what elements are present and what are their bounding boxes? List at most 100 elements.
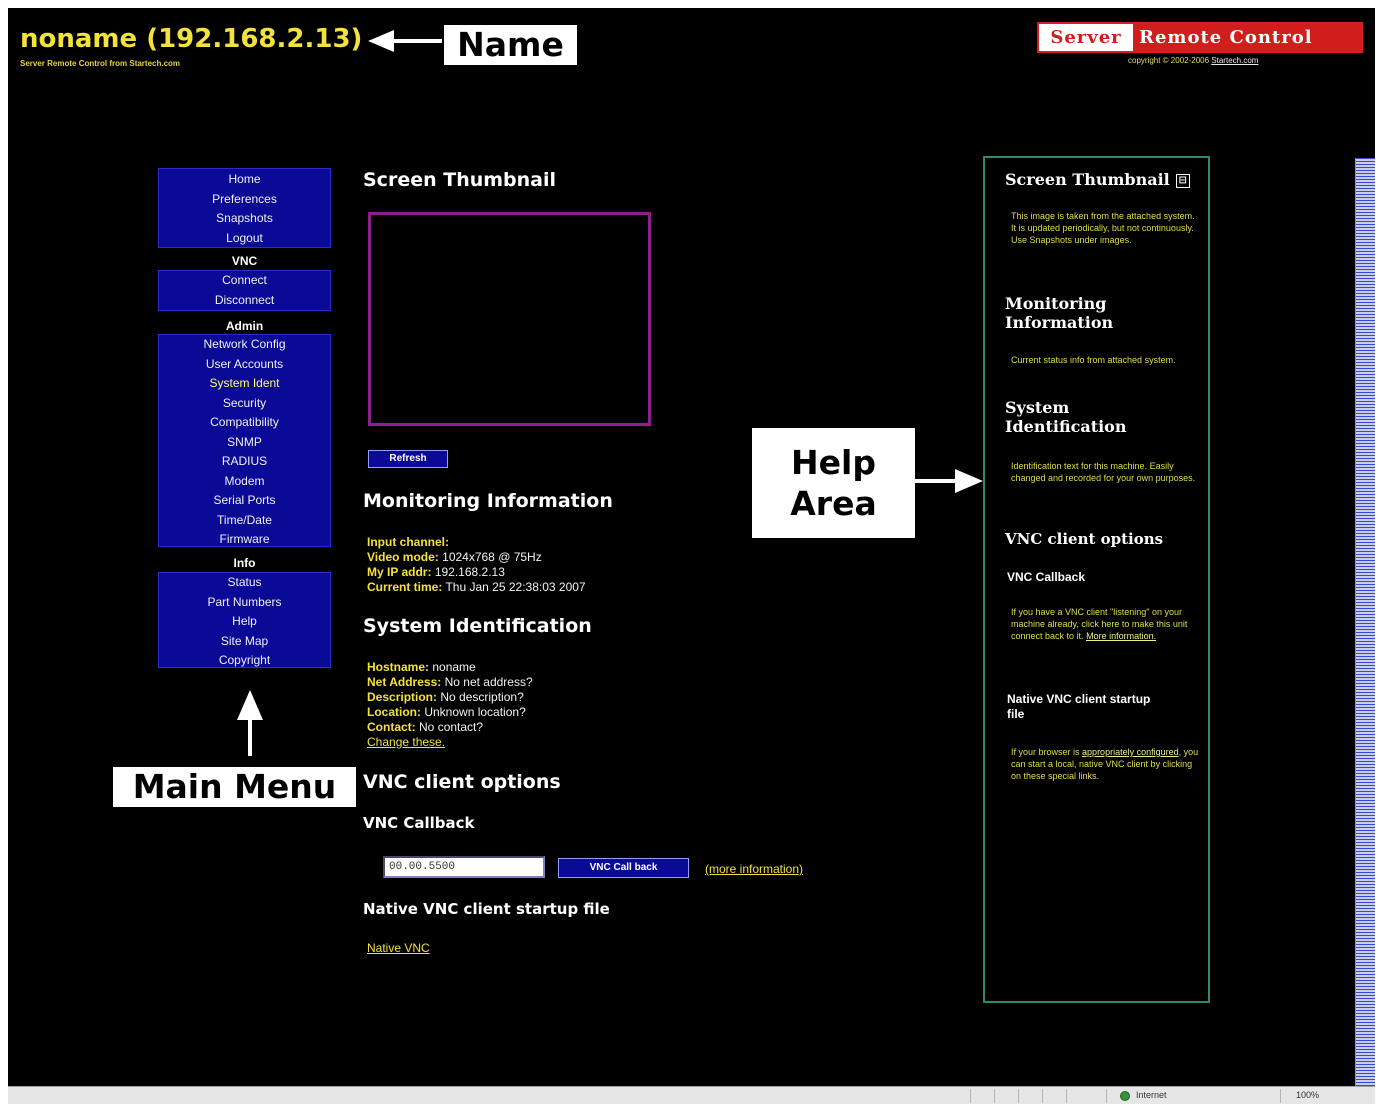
menu-item-radius[interactable]: RADIUS (159, 452, 330, 472)
menu-item-logout[interactable]: Logout (159, 229, 330, 249)
brand-logo: Server Remote Control (1037, 22, 1363, 53)
browser-status-bar: Internet 100% (8, 1086, 1375, 1104)
contact-key: Contact: (367, 720, 416, 734)
status-separator (1018, 1089, 1019, 1103)
zoom-level[interactable]: 100% (1296, 1090, 1319, 1100)
help-vnc-callback-text: If you have a VNC client "listening" on … (1011, 606, 1201, 642)
input-channel-key: Input channel: (367, 535, 449, 549)
status-separator (994, 1089, 995, 1103)
vnc-callback-button[interactable]: VNC Call back (558, 858, 689, 878)
change-these-link[interactable]: Change these. (367, 735, 445, 749)
copyright-link[interactable]: Startech.com (1211, 56, 1258, 65)
tagline: Server Remote Control from Startech.com (20, 59, 181, 68)
menu-item-connect[interactable]: Connect (159, 271, 330, 291)
ip-addr-value: 192.168.2.13 (434, 565, 505, 579)
help-native-vnc-text: If your browser is appropriately configu… (1011, 746, 1201, 782)
menu-group-admin: Network Config User Accounts System Iden… (158, 334, 331, 547)
menu-item-network-config[interactable]: Network Config (159, 335, 330, 355)
menu-arrow-icon (237, 690, 263, 756)
menu-item-copyright[interactable]: Copyright (159, 651, 330, 671)
description-value: No description? (440, 690, 524, 704)
status-separator (1066, 1089, 1067, 1103)
help-more-information-link[interactable]: More information. (1086, 631, 1156, 641)
menu-item-time-date[interactable]: Time/Date (159, 511, 330, 531)
thumbnail-heading: Screen Thumbnail (363, 169, 557, 191)
menu-item-snmp[interactable]: SNMP (159, 433, 330, 453)
menu-heading-vnc: VNC (231, 254, 258, 268)
callout-name-label: Name (444, 25, 577, 65)
location-value: Unknown location? (424, 705, 526, 719)
copyright-text: copyright © 2002-2006 (1128, 56, 1210, 65)
system-id-heading: System Identification (363, 615, 592, 637)
status-separator (970, 1089, 971, 1103)
native-vnc-link[interactable]: Native VNC (367, 941, 430, 955)
menu-item-disconnect[interactable]: Disconnect (159, 291, 330, 311)
callback-address-input[interactable] (383, 856, 545, 878)
menu-item-preferences[interactable]: Preferences (159, 190, 330, 210)
callout-help-line2: Area (790, 484, 877, 523)
menu-item-status[interactable]: Status (159, 573, 330, 593)
hostname-key: Hostname: (367, 660, 430, 674)
collapse-icon[interactable]: ⊟ (1175, 174, 1190, 188)
description-key: Description: (367, 690, 438, 704)
copyright-line: copyright © 2002-2006 Startech.com (1128, 56, 1258, 65)
menu-item-security[interactable]: Security (159, 394, 330, 414)
menu-item-user-accounts[interactable]: User Accounts (159, 355, 330, 375)
help-thumbnail-heading: Screen Thumbnail ⊟ (1005, 170, 1190, 189)
help-monitoring-text: Current status info from attached system… (1011, 355, 1176, 365)
location-key: Location: (367, 705, 421, 719)
help-configured-link[interactable]: appropriately configured (1082, 747, 1179, 757)
net-address-key: Net Address: (367, 675, 442, 689)
menu-item-system-ident[interactable]: System Ident (159, 374, 330, 394)
system-id-info: Hostname: noname Net Address: No net add… (367, 660, 533, 750)
menu-item-part-numbers[interactable]: Part Numbers (159, 593, 330, 613)
help-native-vnc-heading: Native VNC client startup file (1007, 692, 1151, 721)
browser-viewport: noname (192.168.2.13) Server Remote Cont… (8, 8, 1375, 1086)
menu-item-site-map[interactable]: Site Map (159, 632, 330, 652)
brand-logo-right: Remote Control (1133, 24, 1361, 51)
brand-logo-left: Server (1039, 24, 1133, 51)
monitoring-info: Input channel: Video mode: 1024x768 @ 75… (367, 535, 586, 595)
video-mode-key: Video mode: (367, 550, 439, 564)
help-thumbnail-text: This image is taken from the attached sy… (1011, 211, 1195, 245)
screen-thumbnail[interactable] (368, 212, 651, 426)
security-zone: Internet (1136, 1090, 1167, 1100)
help-system-id-heading: System Identification (1005, 398, 1127, 436)
menu-item-snapshots[interactable]: Snapshots (159, 209, 330, 229)
help-arrow-icon (915, 469, 983, 493)
current-time-value: Thu Jan 25 22:38:03 2007 (445, 580, 586, 594)
status-separator (1042, 1089, 1043, 1103)
menu-group-main: Home Preferences Snapshots Logout (158, 168, 331, 248)
callout-help-line1: Help (791, 443, 876, 482)
globe-icon (1120, 1091, 1130, 1101)
help-thumbnail-title: Screen Thumbnail (1005, 170, 1170, 189)
refresh-button[interactable]: Refresh (368, 450, 448, 468)
host-title: noname (192.168.2.13) (20, 24, 363, 54)
vertical-scrollbar[interactable] (1355, 158, 1375, 1086)
menu-heading-admin: Admin (225, 319, 264, 333)
vnc-callback-heading: VNC Callback (363, 814, 475, 832)
menu-item-home[interactable]: Home (159, 170, 330, 190)
callout-main-menu-label: Main Menu (113, 767, 356, 807)
help-vnc-options-heading: VNC client options (1005, 530, 1164, 548)
name-arrow-icon (368, 30, 442, 52)
menu-item-serial-ports[interactable]: Serial Ports (159, 491, 330, 511)
help-vnc-callback-heading: VNC Callback (1007, 570, 1086, 584)
menu-item-help[interactable]: Help (159, 612, 330, 632)
current-time-key: Current time: (367, 580, 443, 594)
status-separator (1106, 1089, 1107, 1103)
help-system-id-text: Identification text for this machine. Ea… (1011, 461, 1196, 483)
video-mode-value: 1024x768 @ 75Hz (442, 550, 542, 564)
menu-item-modem[interactable]: Modem (159, 472, 330, 492)
ip-addr-key: My IP addr: (367, 565, 432, 579)
more-information-link[interactable]: (more information) (705, 862, 803, 876)
menu-group-info: Status Part Numbers Help Site Map Copyri… (158, 572, 331, 668)
callout-help-area-label: Help Area (752, 428, 915, 538)
contact-value: No contact? (419, 720, 484, 734)
menu-item-compatibility[interactable]: Compatibility (159, 413, 330, 433)
status-separator (1280, 1089, 1281, 1103)
vnc-options-heading: VNC client options (363, 771, 561, 793)
menu-heading-info: Info (233, 556, 256, 570)
native-vnc-heading: Native VNC client startup file (363, 900, 610, 918)
menu-item-firmware[interactable]: Firmware (159, 530, 330, 550)
